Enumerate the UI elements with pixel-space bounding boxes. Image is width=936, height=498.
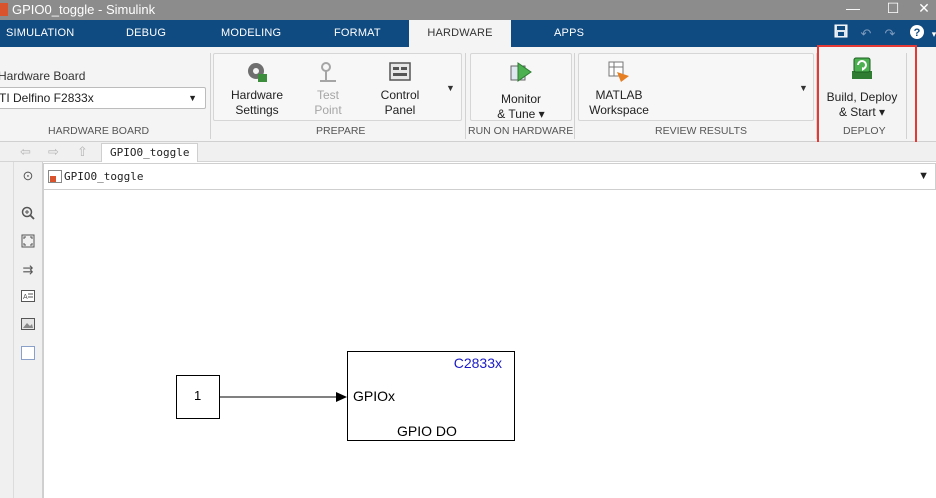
control-panel-icon bbox=[388, 60, 412, 84]
control-panel-button[interactable]: Control Panel bbox=[368, 60, 432, 118]
model-tab-gpio0-toggle[interactable]: GPIO0_toggle bbox=[101, 143, 199, 162]
chevron-down-icon: ▼ bbox=[188, 93, 197, 103]
toolstrip-ribbon: Hardware Board TI Delfino F2833x ▼ HARDW… bbox=[0, 47, 936, 142]
window-title: GPIO0_toggle - Simulink bbox=[12, 2, 156, 17]
fit-to-view-icon[interactable] bbox=[20, 234, 36, 250]
undo-icon[interactable]: ↶ bbox=[856, 24, 876, 44]
hardware-settings-label-1: Hardware bbox=[230, 88, 284, 102]
divider bbox=[574, 53, 575, 139]
tab-debug[interactable]: DEBUG bbox=[126, 20, 166, 47]
save-icon[interactable] bbox=[831, 24, 851, 44]
workspace-icon bbox=[607, 60, 631, 84]
expand-chevron-icon[interactable]: ▾ bbox=[924, 24, 936, 44]
maximize-button[interactable]: ☐ bbox=[870, 0, 916, 20]
simulink-app-icon bbox=[0, 3, 8, 16]
control-panel-label-1: Control bbox=[380, 88, 420, 102]
model-address-bar[interactable]: GPIO0_toggle ▼ bbox=[43, 163, 936, 190]
hardware-settings-label-2: Settings bbox=[235, 103, 279, 117]
model-browser-strip bbox=[0, 162, 14, 498]
test-point-button[interactable]: Test Point bbox=[297, 60, 359, 118]
review-gallery-dropdown-icon[interactable]: ▼ bbox=[799, 83, 808, 93]
tab-hardware[interactable]: HARDWARE bbox=[409, 20, 511, 47]
matlab-workspace-label-1: MATLAB bbox=[595, 88, 643, 102]
hardware-board-value: TI Delfino F2833x bbox=[0, 91, 94, 105]
model-navigation-bar: ⇦ ⇨ ⇧ GPIO0_toggle bbox=[0, 142, 936, 162]
signal-arrows-icon[interactable]: ⇉ bbox=[20, 262, 36, 278]
annotation-icon[interactable]: A bbox=[20, 290, 36, 306]
tab-modeling[interactable]: MODELING bbox=[221, 20, 281, 47]
gpio-block-name: GPIO DO bbox=[397, 423, 457, 439]
hardware-board-label: Hardware Board bbox=[0, 69, 86, 83]
monitor-tune-label-1: Monitor bbox=[500, 92, 541, 106]
zoom-icon[interactable] bbox=[20, 206, 36, 222]
toolstrip-tabs: SIMULATION DEBUG MODELING FORMAT HARDWAR… bbox=[0, 20, 936, 47]
matlab-workspace-button[interactable]: MATLAB Workspace bbox=[584, 60, 654, 118]
hide-browser-icon[interactable]: ⊙ bbox=[20, 168, 36, 184]
prepare-gallery-dropdown-icon[interactable]: ▼ bbox=[446, 83, 455, 93]
gpio-do-block[interactable]: C2833x GPIOx GPIO DO bbox=[347, 351, 515, 441]
up-arrow-icon[interactable]: ⇧ bbox=[77, 144, 88, 160]
hardware-settings-button[interactable]: Hardware Settings bbox=[222, 60, 292, 118]
test-point-label-2: Point bbox=[314, 103, 342, 117]
address-path: GPIO0_toggle bbox=[64, 170, 144, 183]
area-icon[interactable] bbox=[20, 346, 36, 362]
gear-chip-icon bbox=[245, 60, 269, 84]
test-point-icon bbox=[316, 60, 340, 84]
test-point-label-1: Test bbox=[316, 88, 339, 102]
signal-line[interactable] bbox=[220, 390, 350, 404]
image-icon[interactable] bbox=[20, 318, 36, 334]
redo-icon[interactable]: ↷ bbox=[880, 24, 900, 44]
deploy-highlight-box bbox=[817, 45, 917, 145]
hardware-board-select[interactable]: TI Delfino F2833x ▼ bbox=[0, 87, 206, 109]
gpio-input-port-label: GPIOx bbox=[353, 388, 396, 404]
back-arrow-icon[interactable]: ⇦ bbox=[20, 144, 31, 160]
model-icon bbox=[48, 170, 62, 183]
constant-value: 1 bbox=[194, 388, 202, 403]
address-dropdown-icon[interactable]: ▼ bbox=[918, 170, 929, 182]
run-play-icon bbox=[509, 60, 533, 84]
tab-simulation[interactable]: SIMULATION bbox=[6, 20, 74, 47]
model-canvas[interactable]: 1 C2833x GPIOx GPIO DO bbox=[43, 190, 936, 498]
svg-text:A: A bbox=[23, 294, 28, 301]
group-label-hardware-board: HARDWARE BOARD bbox=[48, 125, 150, 137]
group-label-prepare: PREPARE bbox=[316, 125, 366, 137]
tab-apps[interactable]: APPS bbox=[554, 20, 584, 47]
control-panel-label-2: Panel bbox=[384, 103, 416, 117]
group-label-run-on-hardware: RUN ON HARDWARE bbox=[468, 125, 574, 137]
matlab-workspace-label-2: Workspace bbox=[589, 103, 649, 117]
window-title-bar: GPIO0_toggle - Simulink — ☐ ✕ bbox=[0, 0, 936, 20]
forward-arrow-icon[interactable]: ⇨ bbox=[48, 144, 59, 160]
monitor-tune-label-2: & Tune ▾ bbox=[497, 107, 545, 121]
tab-format[interactable]: FORMAT bbox=[334, 20, 381, 47]
constant-block[interactable]: 1 bbox=[176, 375, 220, 419]
close-button[interactable]: ✕ bbox=[912, 0, 936, 20]
group-label-review-results: REVIEW RESULTS bbox=[655, 125, 747, 137]
canvas-tool-palette: ⊙ ⇉ A bbox=[14, 162, 43, 498]
svg-text:?: ? bbox=[914, 27, 921, 39]
divider bbox=[210, 53, 211, 139]
monitor-tune-button[interactable]: Monitor & Tune ▾ bbox=[484, 60, 558, 122]
divider bbox=[465, 53, 466, 139]
gpio-chip-label: C2833x bbox=[453, 355, 502, 371]
